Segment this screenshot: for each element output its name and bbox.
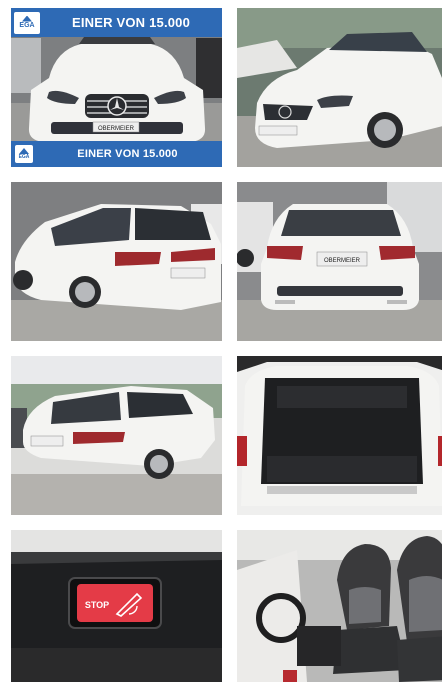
banner-text: EINER VON 15.000 bbox=[77, 148, 178, 160]
car-rear-image: OBERMEIER bbox=[237, 182, 442, 341]
photo-rear-three-quarter[interactable] bbox=[11, 182, 222, 341]
offer-banner-bottom: EGA EINER VON 15.000 bbox=[11, 141, 222, 167]
ega-logo: EGA bbox=[15, 145, 33, 163]
photo-rear-view[interactable]: OBERMEIER bbox=[237, 182, 442, 341]
svg-text:OBERMEIER: OBERMEIER bbox=[98, 126, 135, 132]
interior-image bbox=[237, 530, 442, 682]
photo-rear-showroom[interactable] bbox=[11, 356, 222, 515]
banner-text: EINER VON 15.000 bbox=[71, 15, 191, 30]
svg-text:OBERMEIER: OBERMEIER bbox=[324, 258, 361, 264]
photo-front-three-quarter[interactable] bbox=[237, 8, 442, 167]
photo-front-view[interactable]: OBERMEIER EGA EINER VON 15.000 EGA EINER… bbox=[11, 8, 222, 167]
stop-button-image: STOP bbox=[11, 530, 222, 682]
car-rear-angle-image bbox=[11, 182, 222, 341]
svg-text:STOP: STOP bbox=[85, 600, 109, 610]
ega-logo: EGA bbox=[14, 11, 40, 34]
car-rear-showroom-image bbox=[11, 356, 222, 515]
photo-trunk-stop-button[interactable]: STOP bbox=[11, 530, 222, 682]
car-front-angle-image bbox=[237, 8, 442, 167]
photo-gallery: OBERMEIER EGA EINER VON 15.000 EGA EINER… bbox=[0, 0, 442, 682]
photo-open-trunk[interactable] bbox=[237, 356, 442, 515]
photo-interior-seats[interactable] bbox=[237, 530, 442, 682]
trunk-image bbox=[237, 356, 442, 515]
offer-banner-top: EGA EINER VON 15.000 bbox=[11, 8, 222, 37]
